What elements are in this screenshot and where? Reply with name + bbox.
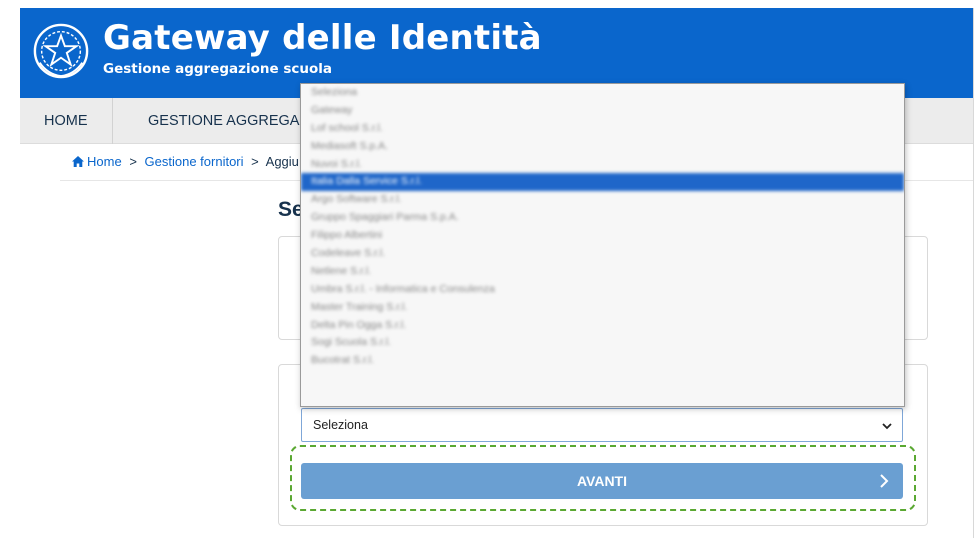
browser-viewport: Gateway delle Identità Gestione aggregaz… <box>20 8 974 538</box>
site-title: Gateway delle Identità <box>103 18 542 58</box>
dropdown-option[interactable]: Mediasoft S.p.A. <box>301 138 904 156</box>
dropdown-option[interactable]: Sogi Scuola S.r.l. <box>301 334 904 352</box>
dropdown-option[interactable]: Seleziona <box>301 84 904 102</box>
dropdown-option[interactable]: Gateway <box>301 102 904 120</box>
select-current-value: Seleziona <box>313 418 368 432</box>
breadcrumb-separator: > <box>129 154 137 169</box>
dropdown-option[interactable]: Italia Dalla Service S.r.l. <box>301 173 904 192</box>
breadcrumb: Home > Gestione fornitori > Aggiu <box>72 154 299 169</box>
avanti-button[interactable]: AVANTI <box>301 463 903 499</box>
dropdown-option[interactable]: Delta Pin Ogga S.r.l. <box>301 317 904 335</box>
dropdown-option[interactable]: Lof school S.r.l. <box>301 120 904 138</box>
dropdown-option[interactable]: Bucotrat S.r.l. <box>301 352 904 370</box>
chevron-right-icon <box>880 474 889 488</box>
breadcrumb-gestione-fornitori-link[interactable]: Gestione fornitori <box>145 154 244 169</box>
dropdown-option[interactable]: Gruppo Spaggiari Parma S.p.A. <box>301 209 904 227</box>
site-subtitle: Gestione aggregazione scuola <box>103 61 333 77</box>
dropdown-option[interactable]: Codeleave S.r.l. <box>301 245 904 263</box>
dropdown-option[interactable]: Umbra S.r.l. - Informatica e Consulenza <box>301 281 904 299</box>
chevron-down-icon <box>882 423 892 430</box>
home-icon <box>72 156 84 167</box>
breadcrumb-home-label: Home <box>87 154 122 169</box>
dropdown-option[interactable]: Argo Software S.r.l. <box>301 191 904 209</box>
breadcrumb-separator: > <box>251 154 259 169</box>
dropdown-option[interactable]: Nuvoi S.r.l. <box>301 156 904 174</box>
breadcrumb-current: Aggiu <box>265 154 299 169</box>
dropdown-option[interactable]: Filippo Albertini <box>301 227 904 245</box>
italian-republic-emblem-icon <box>33 23 89 79</box>
dropdown-option[interactable]: Netlene S.r.l. <box>301 263 904 281</box>
supplier-select[interactable]: Seleziona <box>301 408 903 442</box>
dropdown-options: Seleziona Gateway Lof school S.r.l. Mediaso… <box>301 84 904 370</box>
avanti-button-label: AVANTI <box>576 473 628 489</box>
nav-item-home[interactable]: HOME <box>20 98 113 144</box>
supplier-dropdown-list[interactable]: Seleziona Gateway Lof school S.r.l. Mediaso… <box>300 83 905 407</box>
breadcrumb-home-link[interactable]: Home <box>72 154 125 169</box>
dropdown-option[interactable]: Master Training S.r.l. <box>301 299 904 317</box>
